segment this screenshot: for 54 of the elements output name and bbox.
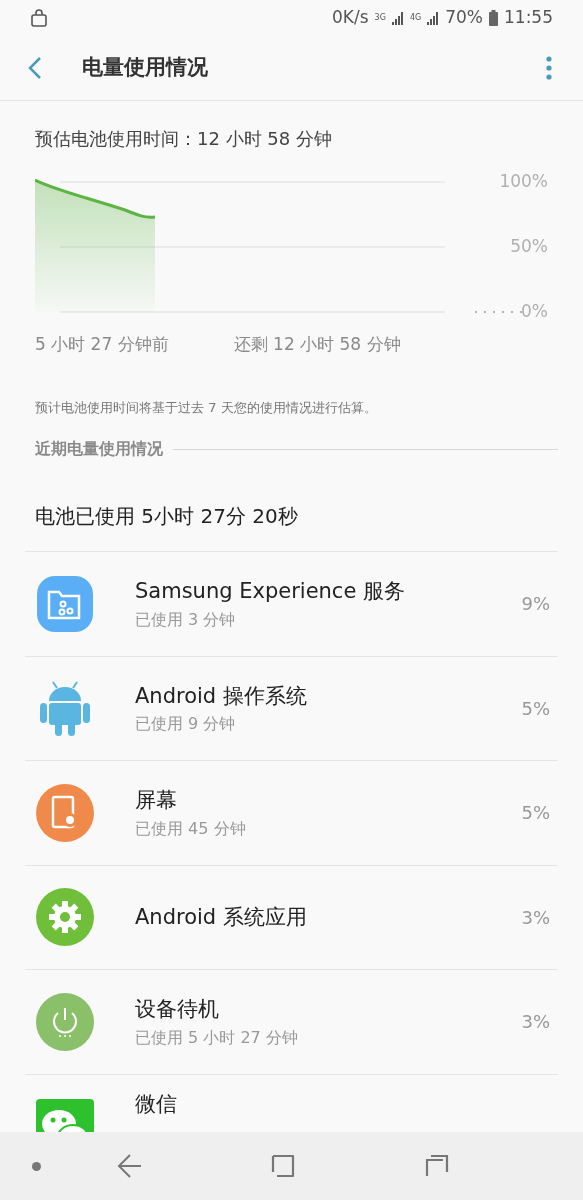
back-arrow-icon — [117, 1153, 143, 1179]
folder-icon — [37, 575, 93, 632]
phone-brightness-icon — [36, 783, 94, 842]
power-icon — [36, 992, 94, 1051]
section-title: 近期电量使用情况 — [35, 438, 163, 460]
network-type: 3G — [374, 14, 386, 22]
usage-percent: 9% — [521, 592, 550, 617]
recent-apps-button[interactable] — [425, 1154, 449, 1178]
signal-icon — [427, 11, 440, 25]
axis-label: 50% — [510, 238, 548, 255]
square-icon — [271, 1154, 295, 1178]
app-name: Android 操作系统 — [135, 682, 307, 710]
back-icon — [28, 56, 42, 80]
chat-bubbles-icon — [36, 1099, 94, 1132]
app-usage-row[interactable]: Samsung Experience 服务 已使用 3 分钟 9% — [25, 551, 558, 656]
app-name: 屏幕 — [135, 787, 178, 814]
home-button[interactable] — [271, 1154, 295, 1178]
axis-label: 100% — [499, 173, 548, 190]
app-name: 微信 — [135, 1090, 177, 1118]
signal-icon — [391, 11, 404, 25]
usage-time: 已使用 9 分钟 — [135, 713, 237, 735]
app-usage-row[interactable]: Android 操作系统 已使用 9 分钟 5% — [25, 655, 558, 760]
recent-apps-icon — [425, 1154, 449, 1178]
remaining-time-label: 还剩 12 小时 58 分钟 — [233, 333, 401, 356]
axis-label: 0% — [521, 303, 548, 320]
battery-used-total: 电池已使用 5小时 27分 20秒 — [34, 503, 299, 530]
back-nav-button[interactable] — [117, 1153, 143, 1179]
usage-percent: 5% — [521, 801, 550, 826]
more-icon — [546, 56, 552, 80]
app-name: 设备待机 — [135, 996, 220, 1023]
dot-icon — [32, 1161, 41, 1171]
android-robot-icon — [40, 680, 90, 737]
app-usage-row[interactable]: Android 系统应用 3% — [25, 864, 558, 969]
battery-percent: 70% — [445, 6, 483, 30]
app-name: Android 系统应用 — [135, 903, 307, 931]
usage-time: 已使用 5 小时 27 分钟 — [135, 1026, 298, 1049]
app-name: Samsung Experience 服务 — [135, 578, 405, 605]
page-title: 电量使用情况 — [82, 54, 208, 82]
network-type: 4G — [409, 14, 422, 22]
app-usage-row[interactable]: 设备待机 已使用 5 小时 27 分钟 3% — [25, 969, 558, 1074]
gear-icon — [36, 888, 94, 947]
usage-percent: 3% — [521, 905, 550, 930]
usage-percent: 3% — [521, 1010, 550, 1035]
start-time-label: 5 小时 27 分钟前 — [35, 333, 169, 356]
network-speed: 0K/s — [332, 6, 369, 30]
usage-time: 已使用 45 分钟 — [135, 817, 246, 840]
estimate-note: 预计电池使用时间将基于过去 7 天您的使用情况进行估算。 — [34, 398, 378, 417]
app-usage-row[interactable]: 屏幕 已使用 45 分钟 5% — [25, 760, 558, 865]
more-options-button[interactable] — [543, 54, 555, 82]
estimate-text: 预估电池使用时间：12 小时 58 分钟 — [34, 127, 333, 151]
usage-percent: 5% — [521, 696, 550, 721]
usage-time: 已使用 3 分钟 — [135, 608, 237, 631]
clock: 11:55 — [504, 6, 553, 30]
battery-icon — [489, 10, 498, 26]
